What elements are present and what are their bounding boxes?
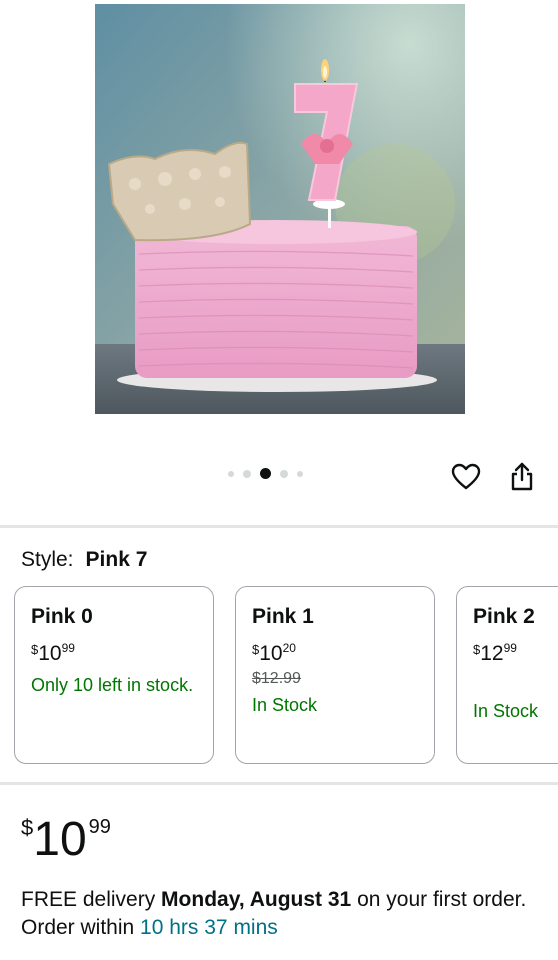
carousel-dot[interactable] bbox=[280, 469, 288, 478]
variant-price: $1299 bbox=[473, 641, 517, 665]
variant-card[interactable]: Pink 1 $1020 $12.99 In Stock bbox=[235, 586, 435, 764]
variant-list: Pink 0 $1099 Only 10 left in stock. Pink… bbox=[14, 586, 558, 766]
stock-status: In Stock bbox=[252, 695, 318, 715]
product-image[interactable] bbox=[95, 4, 465, 414]
section-divider bbox=[0, 525, 558, 528]
stock-status: Only 10 left in stock. bbox=[31, 675, 194, 695]
delivery-countdown: 10 hrs 37 mins bbox=[140, 916, 278, 939]
variant-price: $1099 bbox=[31, 641, 75, 665]
share-button[interactable] bbox=[505, 460, 539, 494]
section-divider bbox=[0, 782, 558, 785]
heart-icon bbox=[451, 463, 481, 490]
variant-name: Pink 1 bbox=[252, 605, 314, 628]
carousel-dot[interactable] bbox=[297, 470, 303, 477]
carousel-dot[interactable] bbox=[228, 470, 234, 477]
carousel-dot[interactable] bbox=[243, 469, 251, 478]
stock-status: In Stock bbox=[473, 701, 539, 721]
variant-name: Pink 0 bbox=[31, 605, 93, 628]
carousel-dot-active[interactable] bbox=[260, 468, 271, 479]
style-value: Pink 7 bbox=[85, 548, 148, 571]
style-selector-label: Style: Pink 7 bbox=[21, 548, 147, 572]
variant-card[interactable]: Pink 0 $1099 Only 10 left in stock. bbox=[14, 586, 214, 764]
delivery-date: Monday, August 31 bbox=[161, 888, 352, 911]
variant-name: Pink 2 bbox=[473, 605, 535, 628]
variant-card[interactable]: Pink 2 $1299 In Stock bbox=[456, 586, 558, 764]
share-icon bbox=[511, 462, 533, 491]
variant-price: $1020 bbox=[252, 641, 296, 665]
style-label: Style: bbox=[21, 548, 74, 571]
delivery-info: FREE delivery Monday, August 31 on your … bbox=[21, 888, 527, 939]
cake-photo bbox=[95, 4, 465, 414]
list-price: $12.99 bbox=[252, 670, 301, 687]
carousel-indicator[interactable] bbox=[228, 468, 303, 479]
wishlist-button[interactable] bbox=[449, 460, 483, 494]
product-price: $10 99 bbox=[21, 813, 111, 866]
